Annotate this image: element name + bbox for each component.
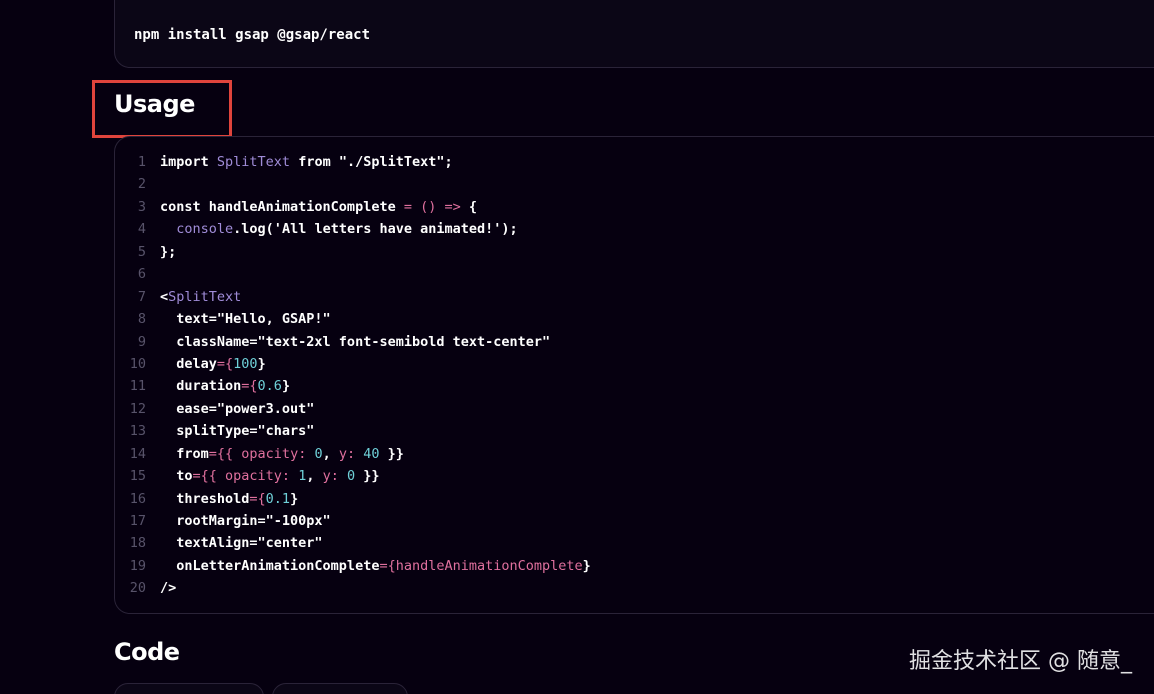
code-token: delay [160,355,217,372]
code-line: 7 <SplitText [126,286,591,308]
code-token: = () => [403,198,461,215]
code-token: ={ [379,557,396,574]
code-line: 16 threshold={0.1} [126,488,591,510]
code-token: y: [338,445,364,462]
code-token: ={ [241,378,258,395]
code-heading: Code [114,638,180,666]
code-line: 6 [126,263,591,285]
code-token: ease="power3.out" [160,400,315,417]
code-token: text="Hello, GSAP!" [160,311,331,328]
line-number: 18 [129,535,146,552]
code-token: ={{ [208,445,242,462]
line-number: 4 [137,221,146,238]
code-token: "./SplitText"; [338,154,453,170]
line-number: 13 [129,423,146,440]
code-token: rootMargin="-100px" [160,513,331,529]
line-number: 6 [137,266,146,283]
line-number: 8 [137,311,146,328]
code-lines: 1 import SplitText from "./SplitText"; 2 3 c… [126,151,591,600]
code-token: ={{ [192,468,226,485]
code-line: 8 text="Hello, GSAP!" [126,308,591,330]
code-token: SplitText [216,154,291,170]
code-tab-1[interactable] [114,683,264,694]
code-token: const handleAnimationComplete [160,198,404,215]
line-number: 19 [129,557,146,574]
code-token: , [306,468,323,485]
line-number: 11 [129,378,146,395]
docs-page: npm install gsap @gsap/react Usage 1 impo… [0,0,1154,694]
code-token: 0.1 [265,490,291,507]
code-line: 19 onLetterAnimationComplete={handleAnim… [126,555,591,577]
code-line: 15 to={{ opacity: 1, y: 0 }} [126,465,591,487]
code-token: opacity: [225,468,299,485]
code-line: 14 from={{ opacity: 0, y: 40 }} [126,443,591,465]
code-line: 13 splitType="chars" [126,420,591,442]
code-token: 0 [314,445,323,462]
code-line: 17 rootMargin="-100px" [126,510,591,532]
code-line: 20 /> [126,577,591,599]
code-line: 11 duration={0.6} [126,375,591,397]
line-number: 12 [129,400,146,417]
code-token: threshold [160,490,250,507]
code-line: 4 console.log('All letters have animated… [126,218,591,240]
code-token: textAlign="center" [160,535,323,552]
line-number: 10 [129,355,146,372]
code-line: 9 className="text-2xl font-semibold text… [126,331,591,353]
code-line: 5}; [126,241,591,263]
code-token: , [322,445,339,462]
line-number: 15 [129,468,146,485]
code-token: 100 [233,355,258,372]
code-token: to [160,468,193,485]
line-number: 20 [129,580,146,597]
code-token: 0 [346,468,356,485]
code-token: className="text-2xl font-semibold text-c… [160,333,551,350]
code-line: 18 textAlign="center" [126,532,591,554]
code-line: 10 delay={100} [126,353,591,375]
line-number: 16 [129,490,146,507]
code-token: }} [355,468,380,485]
watermark: 掘金技术社区 @ 随意_ [909,649,1132,674]
code-token: .log('All letters have animated!'); [233,221,518,238]
code-token: import [160,154,217,170]
code-token: SplitText [168,288,242,305]
code-token: < [160,288,169,305]
line-number: 3 [137,198,146,215]
line-number: 5 [137,243,146,260]
line-number: 9 [137,333,146,350]
code-token: }} [379,445,404,462]
code-tab-2[interactable] [272,683,408,694]
code-line: 1 import SplitText from "./SplitText"; [126,151,591,173]
code-token: } [257,355,266,372]
code-token: }; [160,243,177,260]
install-command[interactable]: npm install gsap @gsap/react [134,27,370,43]
code-token: duration [160,378,242,395]
line-number: 14 [129,445,146,462]
code-token: /> [160,580,177,597]
code-token: opacity: [241,445,315,462]
code-token: handleAnimationComplete [395,557,583,574]
code-token: from [290,154,339,170]
line-number: 2 [137,176,146,193]
line-number: 1 [137,154,146,170]
line-number: 17 [129,513,146,529]
code-token: from [160,445,209,462]
code-token: 0.6 [257,378,282,395]
code-line: 2 [126,173,591,195]
code-token: } [290,490,299,507]
code-token: 40 [363,445,380,462]
code-token: ={ [249,490,266,507]
code-token: } [281,378,291,395]
line-number: 7 [137,288,146,305]
code-token: splitType="chars" [160,423,315,440]
code-token: onLetterAnimationComplete [160,557,380,574]
code-token: console [176,221,234,238]
code-token: y: [322,468,347,485]
code-token: ={ [216,355,234,372]
usage-highlight-annotation [92,80,232,138]
code-line: 12 ease="power3.out" [126,398,591,420]
code-token: { [460,198,478,215]
code-line: 3 const handleAnimationComplete = () => { [126,196,591,218]
code-token: } [582,557,591,574]
